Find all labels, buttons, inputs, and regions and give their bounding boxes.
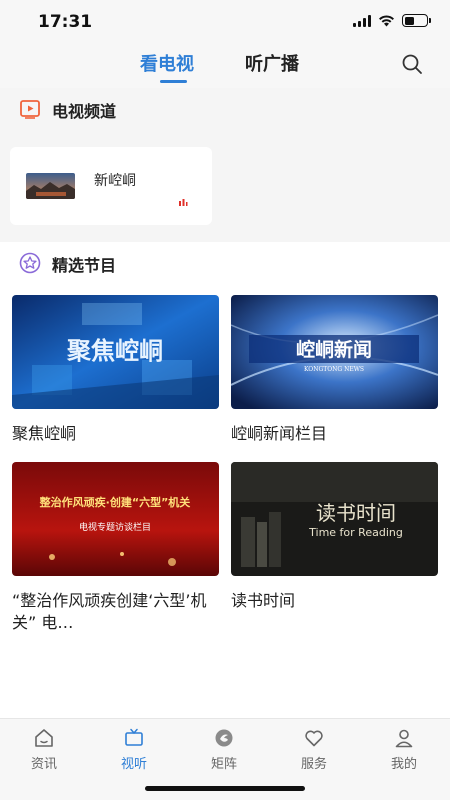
thumbnail-caption: 整治作风顽疾·创建“六型”机关 (39, 495, 191, 509)
thumbnail-subcaption: KONGTONG NEWS (304, 366, 364, 373)
program-title: 读书时间 (231, 591, 296, 610)
channel-thumbnail (26, 173, 75, 199)
program-card[interactable]: 崆峒新闻 KONGTONG NEWS 崆峒新闻栏目 (231, 295, 438, 445)
program-thumbnail: 聚焦崆峒 (12, 295, 219, 409)
section-title: 电视频道 (52, 102, 117, 121)
section-title: 精选节目 (52, 256, 117, 275)
program-card[interactable]: 整治作风顽疾·创建“六型”机关 电视专题访谈栏目 “整治作风顽疾创建‘六型’机关… (12, 462, 219, 634)
status-time: 17:31 (38, 12, 93, 32)
tv-play-icon (20, 100, 40, 119)
nav-item-news[interactable]: 资讯 (14, 727, 74, 772)
tv-channels-header: 电视频道 (0, 88, 450, 130)
nav-item-profile[interactable]: 我的 (374, 727, 434, 772)
program-title: 崆峒新闻栏目 (231, 424, 328, 443)
program-thumbnail: 读书时间 Time for Reading (231, 462, 438, 576)
tv-icon (125, 728, 143, 746)
nav-label: 服务 (300, 757, 327, 772)
battery-icon (402, 14, 431, 27)
program-thumbnail: 整治作风顽疾·创建“六型”机关 电视专题访谈栏目 (12, 462, 219, 576)
featured-programs-header: 精选节目 (0, 242, 450, 284)
wifi-icon (379, 15, 394, 27)
program-title: “整治作风顽疾创建‘六型’机关” 电… (12, 591, 207, 632)
top-nav: 看电视 听广播 (0, 42, 450, 90)
home-indicator (145, 786, 305, 791)
channel-card[interactable]: 新崆峒 (10, 147, 212, 225)
tv-channel-list: 新崆峒 (0, 130, 450, 242)
program-thumbnail: 崆峒新闻 KONGTONG NEWS (231, 295, 438, 409)
search-icon[interactable] (400, 52, 424, 76)
user-icon (395, 729, 413, 748)
nav-label: 资讯 (30, 757, 57, 772)
star-badge-icon (19, 252, 41, 274)
nav-label: 我的 (390, 757, 417, 772)
tab-watch-tv[interactable]: 看电视 (140, 50, 194, 76)
featured-program-grid: 聚焦崆峒 聚焦崆峒 崆峒新闻 KONGTONG NEWS 崆峒新闻栏目 整治作风… (0, 284, 450, 718)
status-bar: 17:31 (0, 0, 450, 42)
nav-label: 矩阵 (210, 757, 237, 772)
thumbnail-caption: 聚焦崆峒 (66, 337, 163, 365)
matrix-icon (215, 729, 233, 747)
nav-label: 视听 (120, 757, 147, 772)
thumbnail-caption: 崆峒新闻 (296, 338, 372, 361)
cellular-signal-icon (353, 14, 371, 27)
program-card[interactable]: 聚焦崆峒 聚焦崆峒 (12, 295, 219, 445)
heart-icon (305, 730, 323, 747)
program-card[interactable]: 读书时间 Time for Reading 读书时间 (231, 462, 438, 612)
nav-item-media[interactable]: 视听 (104, 727, 164, 772)
active-tab-indicator (160, 80, 187, 83)
thumbnail-caption: 读书时间 (316, 501, 396, 525)
now-playing-icon (179, 199, 188, 206)
tab-listen-radio[interactable]: 听广播 (245, 50, 299, 76)
home-icon (35, 729, 53, 747)
nav-item-services[interactable]: 服务 (284, 727, 344, 772)
status-icons (353, 14, 431, 27)
program-title: 聚焦崆峒 (12, 424, 77, 443)
thumbnail-subcaption: Time for Reading (308, 526, 403, 539)
channel-name: 新崆峒 (94, 173, 136, 189)
thumbnail-subcaption: 电视专题访谈栏目 (79, 521, 151, 533)
nav-item-matrix[interactable]: 矩阵 (194, 727, 254, 772)
